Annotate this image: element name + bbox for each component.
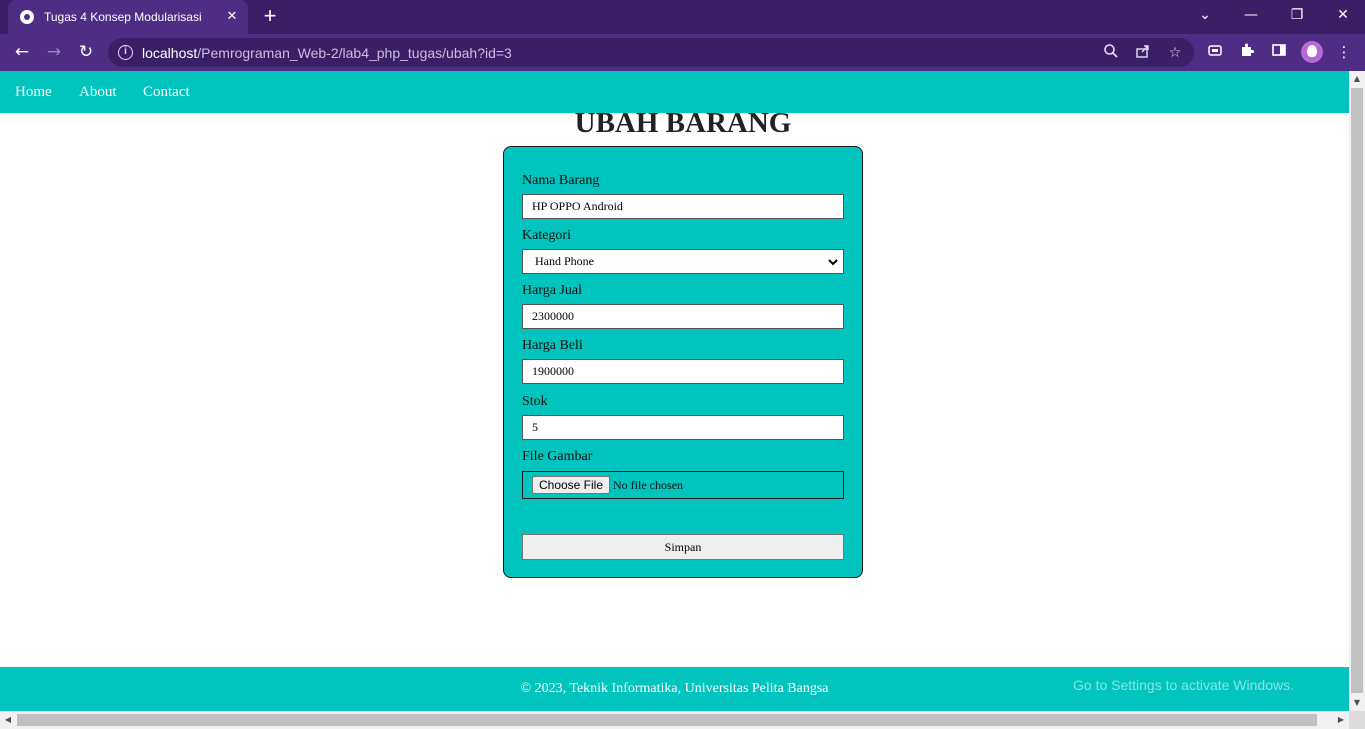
harga-beli-input[interactable]: 1900000 [522,359,844,384]
minimize-button[interactable]: — [1239,4,1263,26]
simpan-button[interactable]: Simpan [522,534,844,560]
url-host: localhost [142,45,198,61]
file-gambar-input[interactable]: Choose File No file chosen [522,471,844,499]
new-tab-button[interactable]: + [258,5,282,29]
info-icon[interactable]: i [118,45,133,60]
restore-button[interactable]: ❐ [1285,4,1309,26]
footer-text: © 2023, Teknik Informatika, Universitas … [520,681,829,696]
kategori-selected-value: Hand Phone [535,254,594,268]
file-status-text: No file chosen [613,478,683,492]
tab-title: Tugas 4 Konsep Modularisasi [44,10,202,24]
nav-about-link[interactable]: About [79,84,117,101]
choose-file-button[interactable]: Choose File [532,476,610,494]
side-panel-icon[interactable] [1269,42,1289,62]
kategori-select[interactable]: Hand Phone [522,249,844,274]
harga-beli-label: Harga Beli [522,338,583,353]
watermark-line-1: Activate Windows [1073,651,1223,672]
nav-home-link[interactable]: Home [15,84,52,101]
zoom-icon[interactable] [1101,43,1121,63]
nama-barang-input[interactable]: HP OPPO Android [522,194,844,219]
forward-button[interactable]: → [42,40,66,64]
horizontal-scrollbar[interactable]: ◀ ▶ [0,711,1349,729]
url-path: /Pemrograman_Web-2/lab4_php_tugas/ubah?i… [197,45,512,61]
horizontal-scroll-thumb[interactable] [17,714,1317,726]
vertical-scroll-thumb[interactable] [1351,88,1363,693]
windows-activation-watermark: Activate Windows Go to Settings to activ… [1073,651,1294,693]
media-icon[interactable] [1205,42,1225,62]
chevron-down-icon [827,252,839,276]
nav-contact-link[interactable]: Contact [143,84,190,101]
kategori-label: Kategori [522,228,571,243]
scroll-right-arrow-icon[interactable]: ▶ [1333,712,1349,728]
browser-tab-bar: Tugas 4 Konsep Modularisasi ✕ + ⌄ — ❐ ✕ [0,0,1365,34]
file-gambar-label: File Gambar [522,449,593,464]
scroll-up-arrow-icon[interactable]: ▲ [1349,71,1365,87]
stok-label: Stok [522,394,548,409]
browser-toolbar: ← → ↻ i localhost/Pemrograman_Web-2/lab4… [0,34,1365,71]
extensions-icon[interactable] [1237,42,1257,62]
harga-jual-input[interactable]: 2300000 [522,304,844,329]
nama-barang-label: Nama Barang [522,173,600,188]
page-viewport: Home About Contact UBAH BARANG Nama Bara… [0,71,1349,711]
vertical-scrollbar[interactable]: ▲ ▼ [1349,71,1365,711]
watermark-line-2: Go to Settings to activate Windows. [1073,677,1294,693]
address-bar[interactable]: i localhost/Pemrograman_Web-2/lab4_php_t… [108,38,1194,67]
harga-jual-label: Harga Jual [522,283,582,298]
scroll-down-arrow-icon[interactable]: ▼ [1349,695,1365,711]
tab-search-icon[interactable]: ⌄ [1193,4,1217,26]
close-window-button[interactable]: ✕ [1331,4,1355,26]
reload-button[interactable]: ↻ [74,40,98,64]
edit-item-form: Nama Barang HP OPPO Android Kategori Han… [503,146,863,578]
share-icon[interactable] [1133,43,1153,63]
page-title: UBAH BARANG [574,107,792,139]
menu-icon[interactable]: ⋮ [1334,42,1354,62]
scroll-left-arrow-icon[interactable]: ◀ [0,712,16,728]
scrollbar-corner [1349,711,1365,729]
tab-favicon-icon [20,10,34,24]
bookmark-star-icon[interactable]: ☆ [1165,43,1185,63]
tab-close-icon[interactable]: ✕ [224,8,240,24]
back-button[interactable]: ← [10,40,34,64]
url-text[interactable]: localhost/Pemrograman_Web-2/lab4_php_tug… [142,45,512,61]
browser-tab[interactable]: Tugas 4 Konsep Modularisasi ✕ [8,0,248,34]
profile-avatar[interactable] [1301,41,1323,63]
stok-input[interactable]: 5 [522,415,844,440]
